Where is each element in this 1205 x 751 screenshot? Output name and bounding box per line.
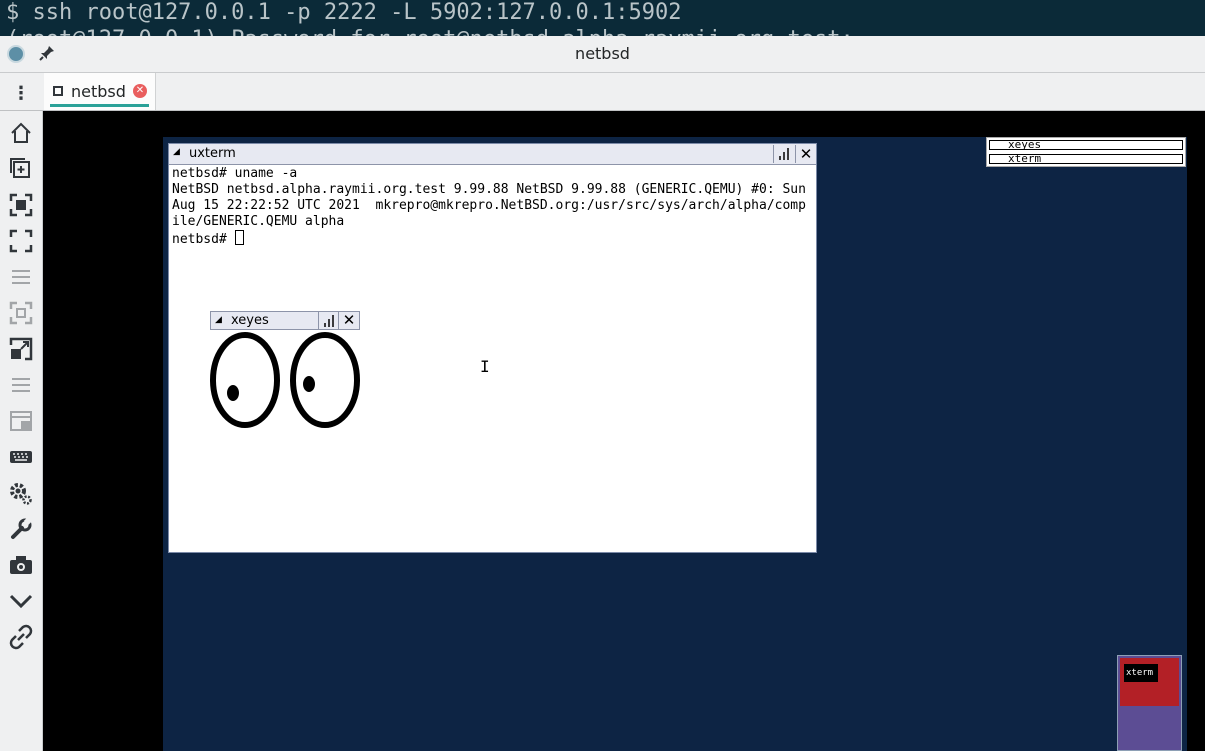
wrench-icon[interactable]	[7, 515, 35, 543]
fullscreen-icon[interactable]	[7, 227, 35, 255]
terminal-line: netbsd# uname -a	[172, 166, 298, 181]
icon-manager-item[interactable]: xterm	[989, 154, 1183, 164]
fit-window-icon[interactable]	[7, 191, 35, 219]
terminal-prompt: netbsd#	[172, 232, 235, 247]
resize-corner-icon[interactable]: ◢	[215, 315, 222, 325]
camera-icon[interactable]	[7, 551, 35, 579]
terminal-line: $ ssh root@127.0.0.1 -p 2222 -L 5902:127…	[6, 0, 682, 25]
close-icon[interactable]: ✕	[133, 84, 147, 98]
text-cursor	[234, 230, 244, 245]
vnc-toolbar	[0, 111, 43, 751]
pin-icon[interactable]	[38, 44, 56, 62]
icon-manager-item[interactable]: xeyes	[989, 140, 1183, 150]
view-only-icon	[7, 407, 35, 435]
menu-lines-icon	[7, 371, 35, 399]
host-terminal: $ ssh root@127.0.0.1 -p 2222 -L 5902:127…	[0, 0, 1205, 36]
pager-desk-1[interactable]: xterm	[1120, 658, 1179, 706]
keyboard-icon[interactable]	[7, 443, 35, 471]
maximize-button[interactable]	[773, 145, 794, 163]
home-icon[interactable]	[7, 119, 35, 147]
icon-manager: xeyes xterm	[986, 137, 1186, 167]
settings-icon[interactable]	[7, 479, 35, 507]
resize-icon[interactable]	[7, 335, 35, 363]
screen-icon	[53, 86, 63, 96]
tab-label: netbsd	[71, 82, 126, 101]
tab-bar: netbsd ✕	[0, 73, 1205, 111]
text-cursor-icon: I	[480, 357, 490, 376]
pager-window: xterm	[1124, 664, 1158, 682]
link-icon[interactable]	[7, 623, 35, 651]
resize-corner-icon[interactable]: ◢	[173, 147, 180, 157]
maximize-button[interactable]	[318, 312, 339, 329]
new-window-icon[interactable]	[7, 155, 35, 183]
maximize-icon	[324, 315, 334, 327]
menu-icon[interactable]: ⋮	[12, 83, 30, 105]
app-icon[interactable]	[7, 45, 25, 63]
scale-icon	[7, 299, 35, 327]
xeyes-title: xeyes	[231, 313, 269, 328]
chevron-down-icon[interactable]	[7, 587, 35, 615]
tab-netbsd[interactable]: netbsd ✕	[44, 73, 156, 110]
virtual-desktop-pager[interactable]: xterm	[1117, 655, 1182, 751]
terminal-line: NetBSD netbsd.alpha.raymii.org.test 9.99…	[172, 182, 814, 229]
xterm-title: uxterm	[189, 146, 236, 161]
xterm-titlebar[interactable]: ◢ uxterm ✕	[169, 144, 816, 165]
xeyes-titlebar[interactable]: ◢ xeyes ✕	[210, 311, 360, 330]
xeyes-window[interactable]: ◢ xeyes ✕	[210, 311, 360, 433]
terminal-line: (root@127.0.0.1) Password for root@netbs…	[6, 27, 854, 36]
maximize-icon	[779, 148, 789, 160]
menu-lines-icon	[7, 263, 35, 291]
window-title: netbsd	[575, 44, 630, 63]
close-icon[interactable]: ✕	[338, 312, 359, 329]
tab-active-indicator	[50, 104, 149, 107]
window-titlebar[interactable]: netbsd	[0, 36, 1205, 73]
close-icon[interactable]: ✕	[795, 145, 816, 163]
eyes-icon	[210, 332, 360, 428]
